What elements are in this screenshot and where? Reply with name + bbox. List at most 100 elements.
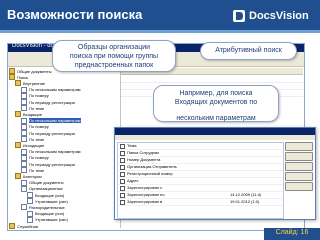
tree-item[interactable]: По периоду регистрации xyxy=(21,99,75,105)
search-parameter-row[interactable]: Номер Документа xyxy=(118,157,283,164)
tree-item[interactable]: Служебная xyxy=(9,223,38,229)
cancel-button[interactable] xyxy=(285,152,313,161)
search-parameter-row[interactable]: Зарегистрирован с xyxy=(118,185,283,192)
folder-icon xyxy=(9,74,15,81)
search-folder-icon xyxy=(21,130,27,136)
slide-number: Слайд: 16 xyxy=(275,229,309,236)
tree-item-label: Внутренние xyxy=(23,80,46,86)
tree-item-label: Категории xyxy=(23,173,42,179)
tree-item[interactable]: Категории xyxy=(15,173,42,180)
tree-item[interactable]: По нескольким параметрам xyxy=(21,117,81,124)
search-parameter-row[interactable]: Зарегистрирован по 14.12.2009 (11:4) xyxy=(118,192,283,199)
parameter-checkbox[interactable] xyxy=(120,165,125,170)
dialog-buttons xyxy=(285,142,313,217)
tree-item-label: По нескольким параметрам xyxy=(29,118,81,124)
parameter-checkbox[interactable] xyxy=(120,172,125,177)
search-parameter-row[interactable]: Регистрационный номер xyxy=(118,171,283,178)
tree-item-label: Входящие (сип) xyxy=(35,192,65,198)
search-folder-icon xyxy=(21,154,27,161)
parameter-checkbox[interactable] xyxy=(120,151,125,156)
tree-item[interactable]: По теме xyxy=(21,167,44,174)
search-folder-icon xyxy=(21,204,27,211)
slide-title: Возможности поиска xyxy=(7,7,143,22)
parameter-value[interactable]: 14.12.2009 (11:4) xyxy=(230,192,261,197)
search-folder-icon xyxy=(21,105,27,112)
tree-item[interactable]: Входящие (сип) xyxy=(27,210,65,217)
tree-item-label: По нескольким параметрам xyxy=(29,87,81,93)
tree-item-label: Входящие xyxy=(23,111,42,117)
tree-item[interactable]: Поиск xyxy=(9,74,28,81)
parameter-label: Регистрационный номер xyxy=(127,171,173,176)
search-folder-icon xyxy=(21,161,27,167)
tree-item[interactable]: По номеру xyxy=(21,123,49,130)
folder-icon xyxy=(15,111,21,118)
search-parameters-list: Тема Папка Сотрудник Номер Документа Органи… xyxy=(117,142,284,219)
search-parameter-row[interactable]: Тема xyxy=(118,143,283,150)
header-divider xyxy=(0,30,320,33)
tree-item[interactable]: По периоду регистрации xyxy=(21,161,75,167)
tree-item[interactable]: По теме xyxy=(21,105,45,112)
tree-item-label: По теме xyxy=(29,105,45,111)
search-parameter-row[interactable]: Организация-Отправитель xyxy=(118,164,283,171)
tree-item[interactable]: По теме xyxy=(21,136,44,143)
folder-icon xyxy=(15,80,21,87)
ok-button[interactable] xyxy=(285,142,313,151)
search-folder-icon xyxy=(21,167,27,174)
callout-line: Входящих документов по xyxy=(174,99,258,106)
search-folder-icon xyxy=(21,148,27,155)
slide-header: Возможности поиска DocsVision xyxy=(0,0,320,30)
tree-item-label: Общие документы xyxy=(29,180,64,186)
tree-item-label: Организационные xyxy=(29,186,63,192)
search-folder-icon xyxy=(21,92,27,99)
search-parameter-row[interactable]: Зарегистрирован в 19.01.2012 (1:0) xyxy=(118,199,283,206)
tree-item-label: Служебная xyxy=(17,223,39,229)
tree-item-label: По номеру xyxy=(29,155,49,161)
callout-sample-searches: Образцы организации поиска при помощи гр… xyxy=(52,40,176,72)
parameter-checkbox[interactable] xyxy=(120,200,125,205)
search-folder-icon xyxy=(27,210,33,217)
tree-item[interactable]: Распорядительные xyxy=(21,204,65,211)
tree-item[interactable]: Утратившие (сип) xyxy=(27,216,68,223)
callout-line: Образцы организации xyxy=(77,44,151,51)
tree-item[interactable]: Организационные xyxy=(21,185,63,192)
docsvision-logo: DocsVision xyxy=(232,7,309,25)
tree-item[interactable]: Внутренние xyxy=(15,80,46,87)
tree-item[interactable]: Входящие (сип) xyxy=(27,192,64,198)
tree-item[interactable]: По периоду регистрации xyxy=(21,130,75,136)
folder-tree: Общие документы Поиск Внутренние По несколь… xyxy=(9,68,117,229)
parameter-checkbox[interactable] xyxy=(120,158,125,163)
result-row[interactable] xyxy=(121,76,303,83)
tree-item[interactable]: Исходящие xyxy=(15,142,44,149)
tree-item[interactable]: Входящие xyxy=(15,111,42,118)
dialog-button[interactable] xyxy=(285,182,313,191)
callout-attribute-search: Атрибутивный поиск xyxy=(200,42,297,60)
callout-example: Например, для поиска Входящих документов… xyxy=(153,85,279,122)
parameter-checkbox[interactable] xyxy=(120,193,125,198)
folder-icon xyxy=(15,173,21,180)
tree-item-label: Входящие (сип) xyxy=(35,211,65,217)
tree-item[interactable]: Утратившие (сип) xyxy=(27,198,68,205)
parameter-label: Зарегистрирован с xyxy=(127,185,163,190)
logo-mark-icon xyxy=(233,10,245,22)
tree-item-label: По номеру xyxy=(29,93,49,99)
parameter-label: Папка Сотрудник xyxy=(127,150,159,155)
parameter-checkbox[interactable] xyxy=(120,144,125,149)
tree-item[interactable]: По нескольким параметрам xyxy=(21,148,81,155)
slide-footer: Слайд: 16 xyxy=(264,228,320,240)
tree-item[interactable]: По номеру xyxy=(21,92,49,99)
callout-line: нескольким параметрам xyxy=(176,115,256,122)
tree-item[interactable]: Общие документы xyxy=(9,68,51,74)
parameter-label: Зарегистрирован по xyxy=(127,192,165,197)
search-parameter-row[interactable]: Адрес xyxy=(118,178,283,185)
tree-item[interactable]: По нескольким параметрам xyxy=(21,86,81,93)
search-parameter-row[interactable]: Папка Сотрудник xyxy=(118,150,283,157)
dialog-button[interactable] xyxy=(285,172,313,181)
dialog-button[interactable] xyxy=(285,162,313,171)
parameter-value[interactable]: 19.01.2012 (1:0) xyxy=(230,199,259,204)
tree-item[interactable]: По номеру xyxy=(21,154,49,161)
search-folder-icon xyxy=(21,86,27,93)
parameter-checkbox[interactable] xyxy=(120,179,125,184)
tree-item-label: По периоду регистрации xyxy=(29,99,75,105)
tree-item[interactable]: Общие документы xyxy=(21,179,64,186)
parameter-checkbox[interactable] xyxy=(120,186,125,191)
